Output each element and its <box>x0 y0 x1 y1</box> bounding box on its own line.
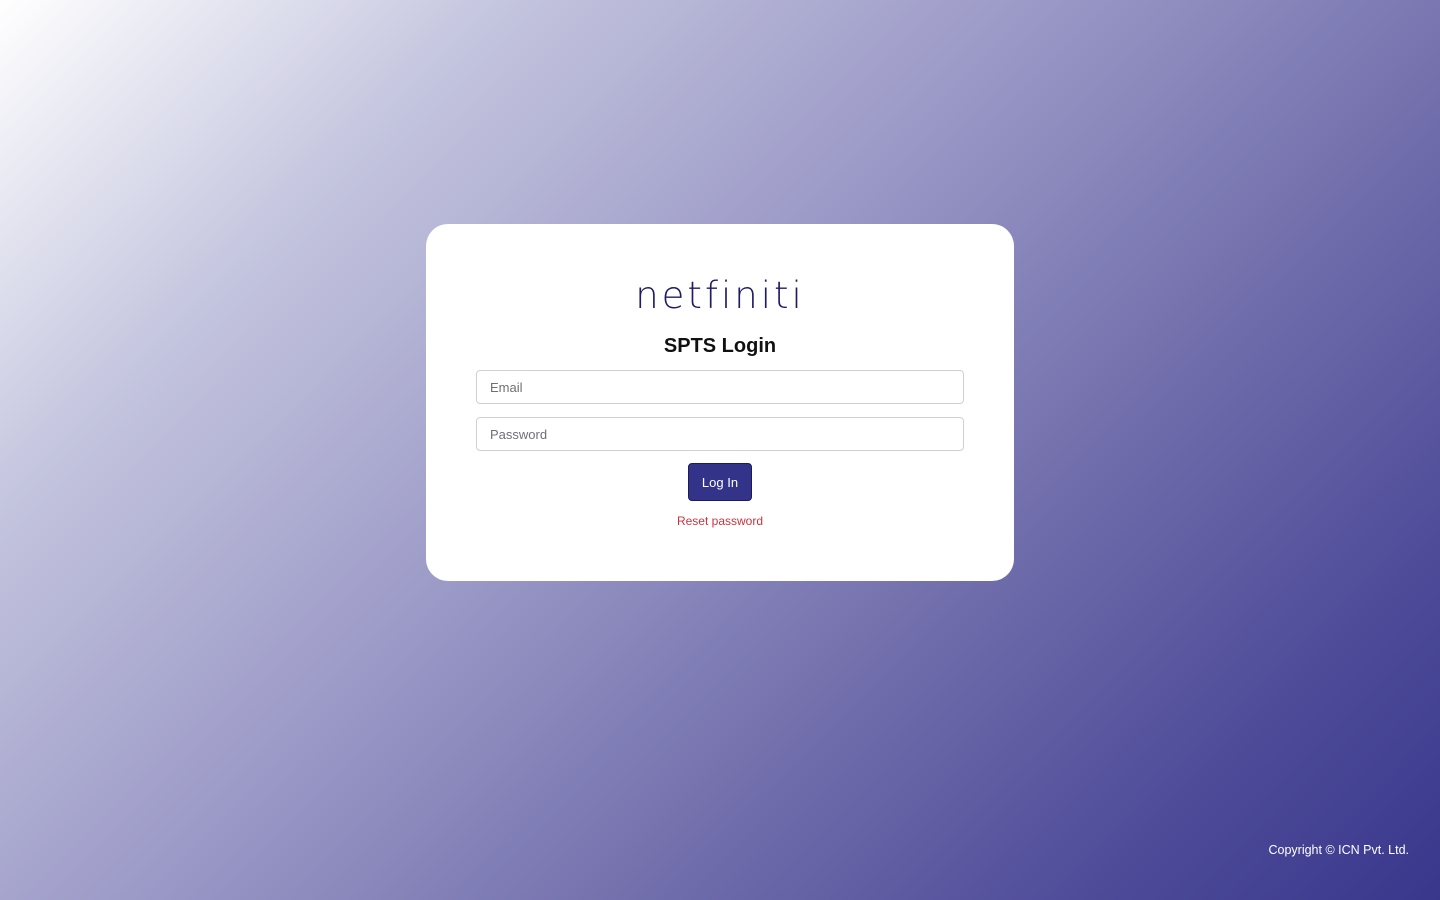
login-button[interactable]: Log In <box>688 463 752 501</box>
email-field[interactable] <box>476 370 964 404</box>
login-card: netfiniti SPTS Login Log In Reset passwo… <box>426 224 1014 581</box>
password-field[interactable] <box>476 417 964 451</box>
copyright-text: Copyright © ICN Pvt. Ltd. <box>1268 843 1409 857</box>
reset-password-row: Reset password <box>426 513 1014 529</box>
netfiniti-logo: netfiniti <box>635 274 805 317</box>
reset-password-link[interactable]: Reset password <box>677 514 763 528</box>
page-title: SPTS Login <box>663 335 777 357</box>
